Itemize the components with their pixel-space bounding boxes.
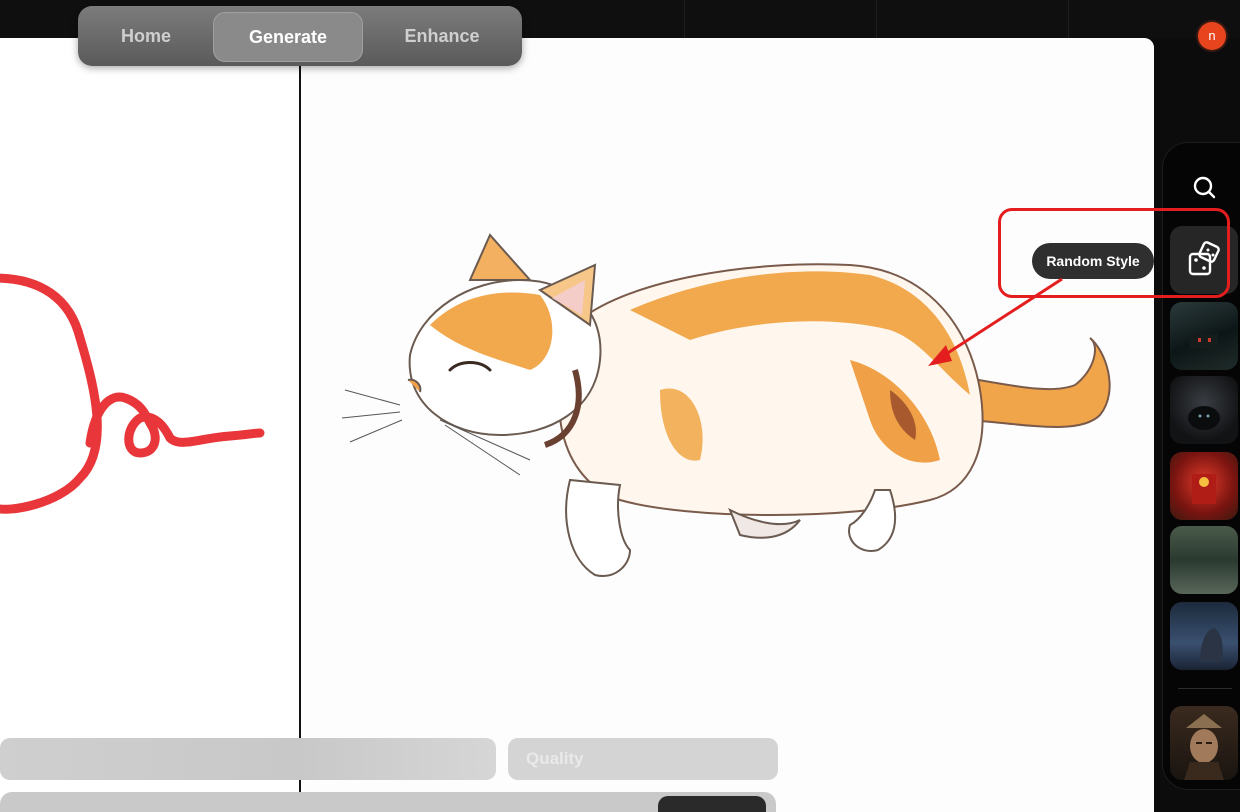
top-bar-divider [876,0,877,38]
style-thumbnail-image [1190,334,1218,348]
image-compare-canvas [0,38,1154,812]
search-icon[interactable] [1188,172,1220,204]
tab-enhance[interactable]: Enhance [376,12,508,60]
generated-image-pane [301,38,1154,812]
style-thumbnail-image [1200,628,1223,662]
sketch-drawing [0,273,265,514]
generate-button[interactable] [658,796,766,812]
user-avatar[interactable]: n [1198,22,1226,50]
style-thumbnail-image [1184,714,1224,780]
style-thumbnail-4[interactable] [1170,526,1238,594]
main-nav: Home Generate Enhance [78,6,522,66]
top-bar-divider [1068,0,1069,38]
style-thumbnail-1[interactable] [1170,302,1238,370]
top-bar-divider [684,0,685,38]
quality-select[interactable]: Quality [508,738,778,780]
style-thumbnail-image [1188,406,1220,430]
sketch-pane[interactable] [0,38,300,812]
tab-generate[interactable]: Generate [213,12,363,62]
style-thumbnail-image [1192,474,1216,504]
style-thumbnail-2[interactable] [1170,376,1238,444]
style-thumbnail-6[interactable] [1170,706,1238,780]
sidebar-divider [1178,688,1232,689]
random-style-tooltip: Random Style [1032,243,1154,279]
prompt-input[interactable] [0,738,496,780]
style-thumbnail-3[interactable] [1170,452,1238,520]
tab-home[interactable]: Home [92,12,200,60]
style-thumbnail-5[interactable] [1170,602,1238,670]
